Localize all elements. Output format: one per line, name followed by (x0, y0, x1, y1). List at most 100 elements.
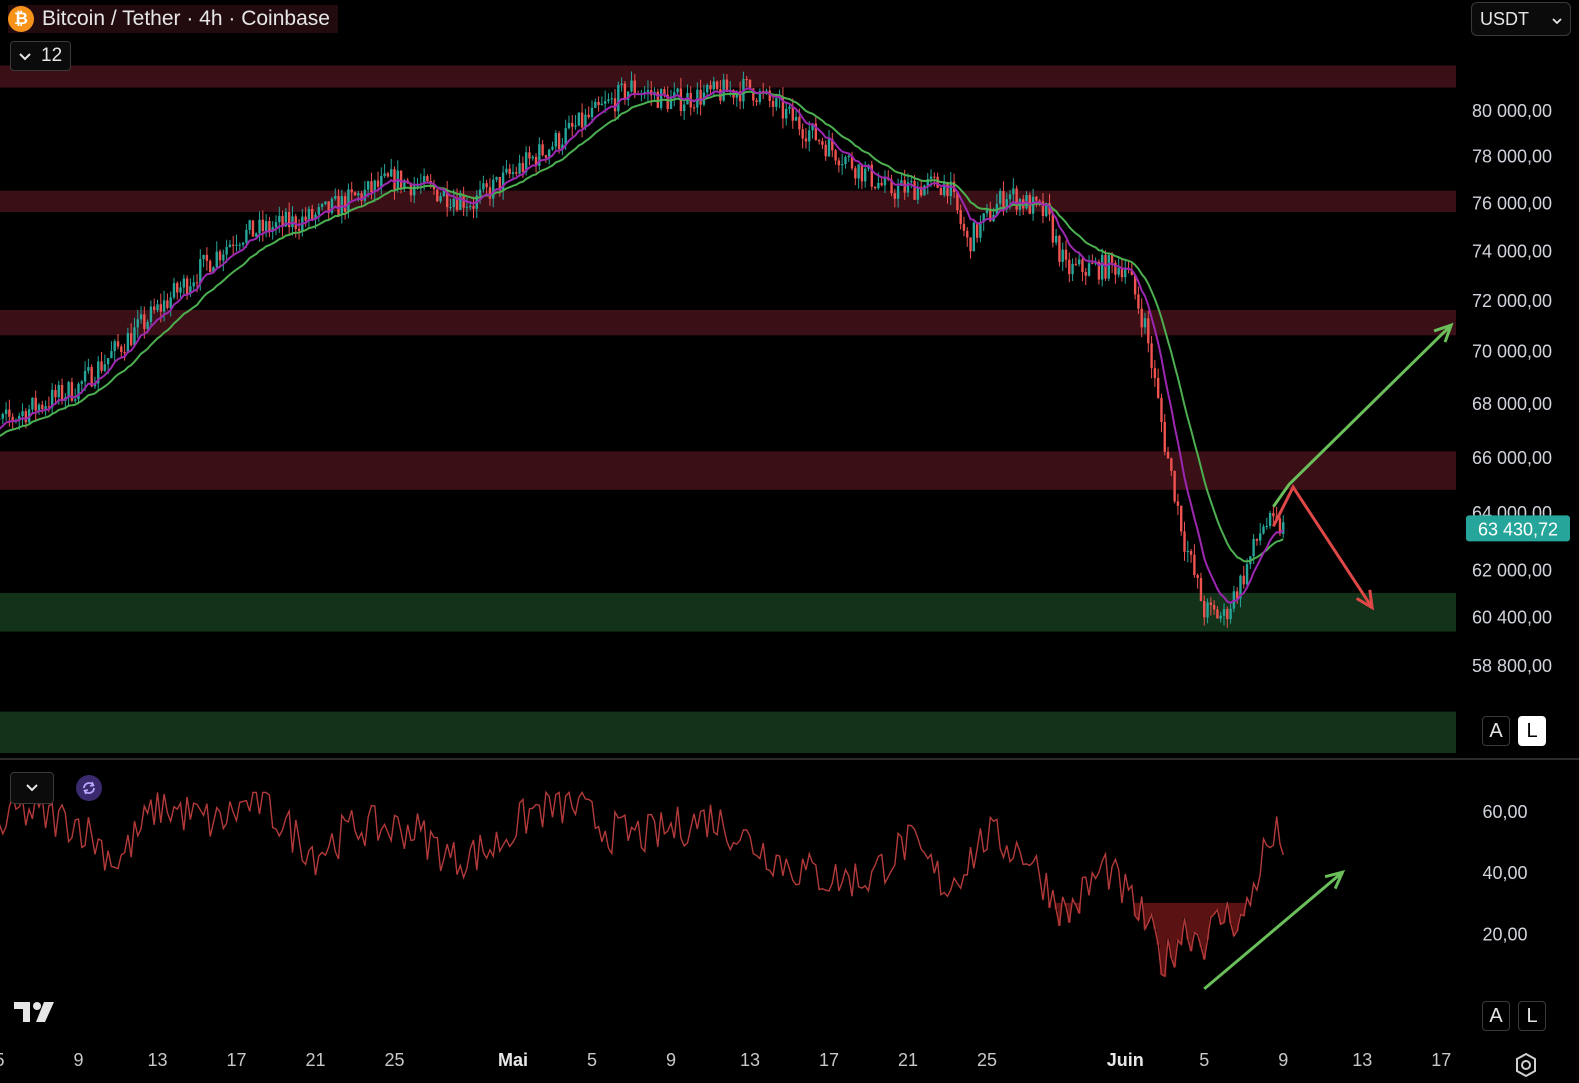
candle-body (106, 358, 110, 365)
log-scale-button[interactable]: L (1518, 716, 1546, 746)
candle-body (600, 103, 604, 106)
current-price-label: 63 430,72 (1466, 515, 1570, 542)
candle-body (771, 100, 775, 107)
candle-body (505, 168, 508, 173)
candle-body (1012, 188, 1015, 195)
price-tick-label: 78 000,00 (1472, 147, 1552, 167)
candle-body (692, 107, 696, 109)
candle-body (123, 351, 126, 354)
candle-body (83, 370, 87, 382)
candle-body (317, 207, 320, 215)
candle-body (1242, 575, 1245, 585)
rsi-axis[interactable]: 60,00 40,00 20,00 (1482, 802, 1527, 945)
chevron-down-icon (26, 779, 38, 797)
currency-select[interactable]: USDT (1471, 2, 1571, 36)
sync-icon[interactable] (76, 775, 102, 801)
candle-body (979, 221, 982, 238)
rsi-log-scale-button[interactable]: L (1518, 1001, 1546, 1031)
time-tick-label: 9 (1278, 1050, 1288, 1070)
symbol-header[interactable]: ₿ Bitcoin / Tether · 4h · Coinbase (8, 5, 338, 33)
time-tick-label: 17 (226, 1050, 246, 1070)
candle-body (1156, 377, 1160, 398)
candle-body (840, 164, 844, 166)
candle-body (844, 157, 847, 165)
candle-body (21, 411, 24, 416)
indicator-legend-toggle[interactable]: 12 (10, 41, 72, 71)
candle-body (1252, 538, 1255, 557)
candle-body (1107, 255, 1110, 279)
candle-body (1209, 602, 1213, 606)
rsi-pane-collapse-button[interactable] (10, 772, 54, 804)
candle-body (1002, 190, 1005, 209)
candle-body (709, 85, 712, 90)
rsi-bullish-arrow (1203, 871, 1344, 991)
chart-canvas[interactable]: 80 000,00 78 000,00 76 000,00 74 000,00 72 0… (0, 0, 1579, 1080)
candle-body (1117, 268, 1120, 275)
candle-body (199, 259, 202, 284)
candle-body (966, 230, 969, 238)
candle-body (1143, 318, 1147, 328)
gear-icon[interactable] (1513, 1052, 1539, 1078)
candle-body (74, 399, 77, 401)
candle-body (1180, 505, 1183, 532)
candle-body (1272, 513, 1275, 517)
candle-body (202, 254, 205, 260)
resistance-zone (0, 309, 1456, 336)
candle-body (195, 282, 199, 284)
candle-body (791, 106, 794, 121)
price-axis[interactable]: 80 000,00 78 000,00 76 000,00 74 000,00 72 0… (1472, 101, 1552, 676)
candle-body (386, 173, 390, 177)
candle-body (350, 189, 353, 193)
candle-body (1, 413, 4, 419)
candle-body (1176, 501, 1180, 506)
candle-body (357, 193, 360, 196)
candle-body (788, 106, 791, 109)
candle-body (541, 144, 544, 156)
candle-body (166, 300, 169, 309)
candle-body (347, 189, 350, 212)
candle-body (1035, 196, 1038, 201)
candle-body (518, 163, 521, 174)
candle-body (449, 207, 452, 209)
candle-body (646, 90, 650, 92)
candle-body (939, 187, 943, 195)
chevron-down-icon (1552, 9, 1562, 30)
candle-body (0, 418, 1, 420)
candle-body (1255, 538, 1259, 541)
candle-body (182, 278, 186, 288)
time-tick-label: 13 (1352, 1050, 1372, 1070)
candle-body (801, 129, 804, 139)
candle-body (706, 85, 709, 93)
tradingview-logo-icon (14, 1000, 62, 1024)
time-tick-label: Juin (1107, 1050, 1144, 1070)
candle-body (1061, 249, 1064, 262)
candle-body (972, 222, 976, 252)
auto-scale-button[interactable]: A (1482, 716, 1510, 746)
candle-body (929, 176, 933, 180)
candle-body (100, 361, 103, 371)
candle-body (969, 237, 972, 252)
price-tick-label: 76 000,00 (1472, 193, 1552, 213)
time-tick-label: 17 (819, 1050, 839, 1070)
candle-body (567, 122, 571, 129)
candle-body (630, 80, 633, 92)
candle-body (228, 244, 232, 248)
candle-body (1216, 609, 1219, 619)
candle-body (1110, 255, 1114, 263)
candle-body (156, 304, 159, 311)
candle-body (222, 254, 225, 261)
candle-body (528, 152, 531, 159)
candle-body (1183, 531, 1186, 552)
candle-body (258, 219, 261, 234)
candle-body (821, 141, 824, 145)
candle-body (311, 208, 314, 220)
price-tick-label: 66 000,00 (1472, 448, 1552, 468)
rsi-auto-scale-button[interactable]: A (1482, 1001, 1510, 1031)
time-axis[interactable]: 5 9 13 17 21 25 Mai 5 9 13 17 21 25 Juin 5 9 13 17 (0, 1050, 1451, 1070)
candle-body (594, 101, 597, 108)
candle-body (87, 367, 90, 371)
candle-body (465, 206, 469, 208)
candle-body (959, 210, 962, 224)
candle-body (1170, 458, 1173, 471)
candle-body (847, 155, 850, 158)
